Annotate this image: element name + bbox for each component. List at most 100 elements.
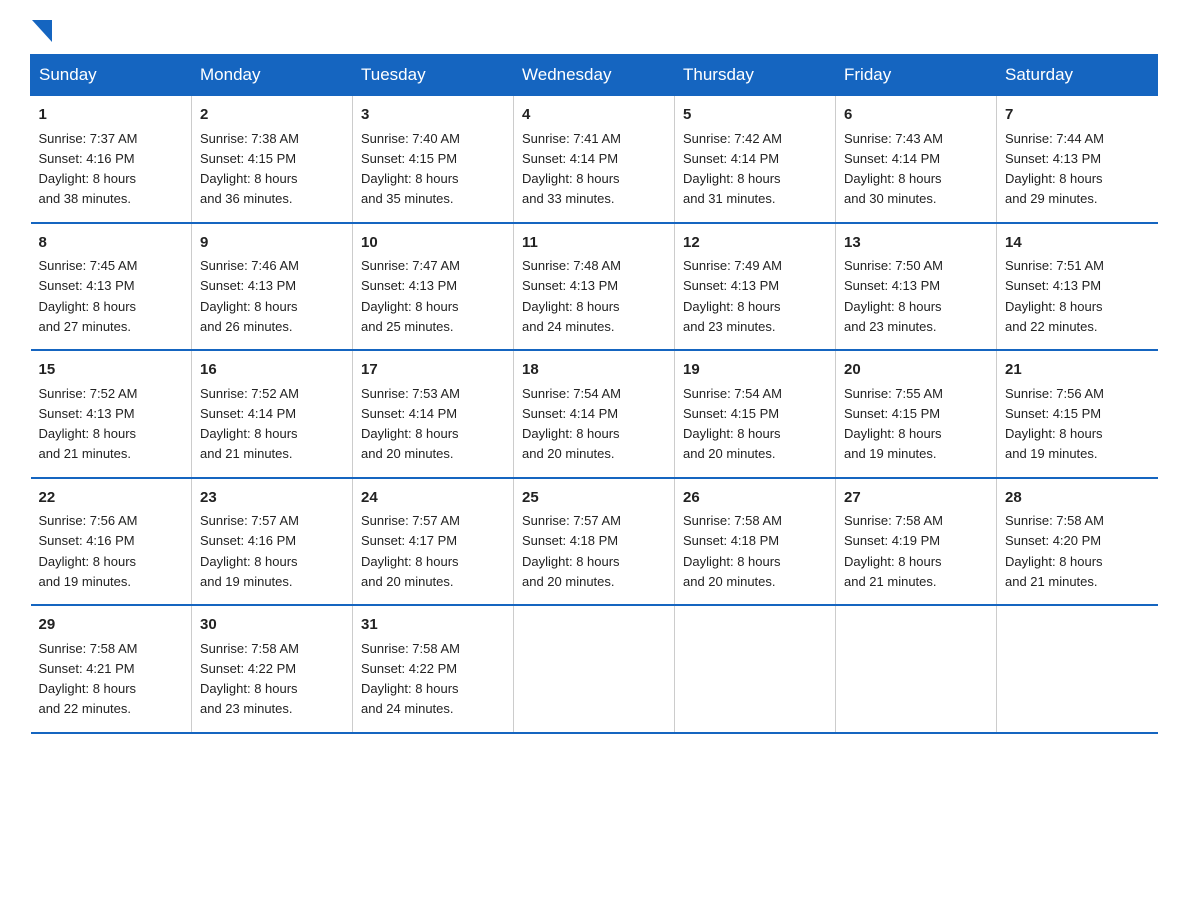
calendar-week-row: 15Sunrise: 7:52 AMSunset: 4:13 PMDayligh… xyxy=(31,350,1158,478)
day-info: Sunrise: 7:58 AMSunset: 4:18 PMDaylight:… xyxy=(683,513,782,589)
day-number: 20 xyxy=(844,359,988,382)
day-number: 9 xyxy=(200,232,344,255)
day-number: 5 xyxy=(683,104,827,127)
day-number: 30 xyxy=(200,614,344,637)
day-info: Sunrise: 7:47 AMSunset: 4:13 PMDaylight:… xyxy=(361,258,460,334)
day-info: Sunrise: 7:52 AMSunset: 4:14 PMDaylight:… xyxy=(200,386,299,462)
header-day-sunday: Sunday xyxy=(31,55,192,96)
calendar-cell: 3Sunrise: 7:40 AMSunset: 4:15 PMDaylight… xyxy=(353,96,514,223)
calendar-cell xyxy=(514,605,675,733)
day-number: 8 xyxy=(39,232,184,255)
day-number: 25 xyxy=(522,487,666,510)
logo xyxy=(30,20,52,36)
day-info: Sunrise: 7:55 AMSunset: 4:15 PMDaylight:… xyxy=(844,386,943,462)
calendar-cell: 13 Sunrise: 7:50 AMSunset: 4:13 PMDayligh… xyxy=(836,223,997,351)
calendar-cell: 22 Sunrise: 7:56 AMSunset: 4:16 PMDayligh… xyxy=(31,478,192,606)
calendar-week-row: 29Sunrise: 7:58 AMSunset: 4:21 PMDayligh… xyxy=(31,605,1158,733)
day-number: 19 xyxy=(683,359,827,382)
day-info: Sunrise: 7:57 AMSunset: 4:17 PMDaylight:… xyxy=(361,513,460,589)
header-day-tuesday: Tuesday xyxy=(353,55,514,96)
day-number: 11 xyxy=(522,232,666,255)
calendar-cell: 21 Sunrise: 7:56 AMSunset: 4:15 PMDayligh… xyxy=(997,350,1158,478)
calendar-cell: 23Sunrise: 7:57 AMSunset: 4:16 PMDayligh… xyxy=(192,478,353,606)
calendar-week-row: 22 Sunrise: 7:56 AMSunset: 4:16 PMDayligh… xyxy=(31,478,1158,606)
calendar-cell xyxy=(997,605,1158,733)
calendar-cell: 14 Sunrise: 7:51 AMSunset: 4:13 PMDayligh… xyxy=(997,223,1158,351)
day-number: 2 xyxy=(200,104,344,127)
page-header xyxy=(30,20,1158,36)
day-number: 12 xyxy=(683,232,827,255)
day-info: Sunrise: 7:56 AMSunset: 4:15 PMDaylight:… xyxy=(1005,386,1104,462)
calendar-cell: 11 Sunrise: 7:48 AMSunset: 4:13 PMDayligh… xyxy=(514,223,675,351)
day-info: Sunrise: 7:58 AMSunset: 4:21 PMDaylight:… xyxy=(39,641,138,717)
day-info: Sunrise: 7:49 AMSunset: 4:13 PMDaylight:… xyxy=(683,258,782,334)
day-info: Sunrise: 7:48 AMSunset: 4:13 PMDaylight:… xyxy=(522,258,621,334)
calendar-cell: 18 Sunrise: 7:54 AMSunset: 4:14 PMDayligh… xyxy=(514,350,675,478)
calendar-cell: 10 Sunrise: 7:47 AMSunset: 4:13 PMDayligh… xyxy=(353,223,514,351)
day-number: 4 xyxy=(522,104,666,127)
day-number: 16 xyxy=(200,359,344,382)
calendar-cell: 27Sunrise: 7:58 AMSunset: 4:19 PMDayligh… xyxy=(836,478,997,606)
day-info: Sunrise: 7:46 AMSunset: 4:13 PMDaylight:… xyxy=(200,258,299,334)
day-number: 14 xyxy=(1005,232,1150,255)
day-number: 23 xyxy=(200,487,344,510)
day-info: Sunrise: 7:45 AMSunset: 4:13 PMDaylight:… xyxy=(39,258,138,334)
calendar-cell: 20 Sunrise: 7:55 AMSunset: 4:15 PMDayligh… xyxy=(836,350,997,478)
day-info: Sunrise: 7:53 AMSunset: 4:14 PMDaylight:… xyxy=(361,386,460,462)
day-info: Sunrise: 7:38 AMSunset: 4:15 PMDaylight:… xyxy=(200,131,299,207)
calendar-cell: 25Sunrise: 7:57 AMSunset: 4:18 PMDayligh… xyxy=(514,478,675,606)
day-number: 21 xyxy=(1005,359,1150,382)
calendar-cell: 9 Sunrise: 7:46 AMSunset: 4:13 PMDaylight… xyxy=(192,223,353,351)
calendar-cell: 19 Sunrise: 7:54 AMSunset: 4:15 PMDayligh… xyxy=(675,350,836,478)
calendar-cell: 4 Sunrise: 7:41 AMSunset: 4:14 PMDaylight… xyxy=(514,96,675,223)
calendar-header-row: SundayMondayTuesdayWednesdayThursdayFrid… xyxy=(31,55,1158,96)
day-info: Sunrise: 7:41 AMSunset: 4:14 PMDaylight:… xyxy=(522,131,621,207)
calendar-cell: 26 Sunrise: 7:58 AMSunset: 4:18 PMDayligh… xyxy=(675,478,836,606)
header-day-wednesday: Wednesday xyxy=(514,55,675,96)
day-info: Sunrise: 7:58 AMSunset: 4:20 PMDaylight:… xyxy=(1005,513,1104,589)
header-day-thursday: Thursday xyxy=(675,55,836,96)
day-info: Sunrise: 7:56 AMSunset: 4:16 PMDaylight:… xyxy=(39,513,138,589)
day-info: Sunrise: 7:54 AMSunset: 4:15 PMDaylight:… xyxy=(683,386,782,462)
day-number: 7 xyxy=(1005,104,1150,127)
day-info: Sunrise: 7:58 AMSunset: 4:22 PMDaylight:… xyxy=(361,641,460,717)
day-number: 28 xyxy=(1005,487,1150,510)
header-day-monday: Monday xyxy=(192,55,353,96)
calendar-cell: 7 Sunrise: 7:44 AMSunset: 4:13 PMDaylight… xyxy=(997,96,1158,223)
calendar-cell: 17 Sunrise: 7:53 AMSunset: 4:14 PMDayligh… xyxy=(353,350,514,478)
calendar-cell: 15Sunrise: 7:52 AMSunset: 4:13 PMDayligh… xyxy=(31,350,192,478)
day-number: 31 xyxy=(361,614,505,637)
calendar-cell: 6 Sunrise: 7:43 AMSunset: 4:14 PMDaylight… xyxy=(836,96,997,223)
calendar-table: SundayMondayTuesdayWednesdayThursdayFrid… xyxy=(30,54,1158,734)
calendar-week-row: 8 Sunrise: 7:45 AMSunset: 4:13 PMDaylight… xyxy=(31,223,1158,351)
day-number: 24 xyxy=(361,487,505,510)
day-number: 26 xyxy=(683,487,827,510)
day-info: Sunrise: 7:58 AMSunset: 4:19 PMDaylight:… xyxy=(844,513,943,589)
calendar-cell xyxy=(836,605,997,733)
day-number: 13 xyxy=(844,232,988,255)
calendar-cell: 12 Sunrise: 7:49 AMSunset: 4:13 PMDayligh… xyxy=(675,223,836,351)
header-day-saturday: Saturday xyxy=(997,55,1158,96)
calendar-cell: 28 Sunrise: 7:58 AMSunset: 4:20 PMDayligh… xyxy=(997,478,1158,606)
day-info: Sunrise: 7:50 AMSunset: 4:13 PMDaylight:… xyxy=(844,258,943,334)
logo-arrow-icon xyxy=(32,20,52,42)
day-number: 6 xyxy=(844,104,988,127)
day-info: Sunrise: 7:44 AMSunset: 4:13 PMDaylight:… xyxy=(1005,131,1104,207)
calendar-cell: 30Sunrise: 7:58 AMSunset: 4:22 PMDayligh… xyxy=(192,605,353,733)
day-number: 3 xyxy=(361,104,505,127)
calendar-cell: 16 Sunrise: 7:52 AMSunset: 4:14 PMDayligh… xyxy=(192,350,353,478)
day-number: 18 xyxy=(522,359,666,382)
day-info: Sunrise: 7:42 AMSunset: 4:14 PMDaylight:… xyxy=(683,131,782,207)
day-number: 10 xyxy=(361,232,505,255)
header-day-friday: Friday xyxy=(836,55,997,96)
day-info: Sunrise: 7:51 AMSunset: 4:13 PMDaylight:… xyxy=(1005,258,1104,334)
day-number: 22 xyxy=(39,487,184,510)
calendar-cell: 8 Sunrise: 7:45 AMSunset: 4:13 PMDaylight… xyxy=(31,223,192,351)
day-info: Sunrise: 7:54 AMSunset: 4:14 PMDaylight:… xyxy=(522,386,621,462)
calendar-cell: 2 Sunrise: 7:38 AMSunset: 4:15 PMDaylight… xyxy=(192,96,353,223)
calendar-cell xyxy=(675,605,836,733)
day-number: 17 xyxy=(361,359,505,382)
day-info: Sunrise: 7:43 AMSunset: 4:14 PMDaylight:… xyxy=(844,131,943,207)
calendar-week-row: 1Sunrise: 7:37 AMSunset: 4:16 PMDaylight… xyxy=(31,96,1158,223)
day-number: 1 xyxy=(39,104,184,127)
